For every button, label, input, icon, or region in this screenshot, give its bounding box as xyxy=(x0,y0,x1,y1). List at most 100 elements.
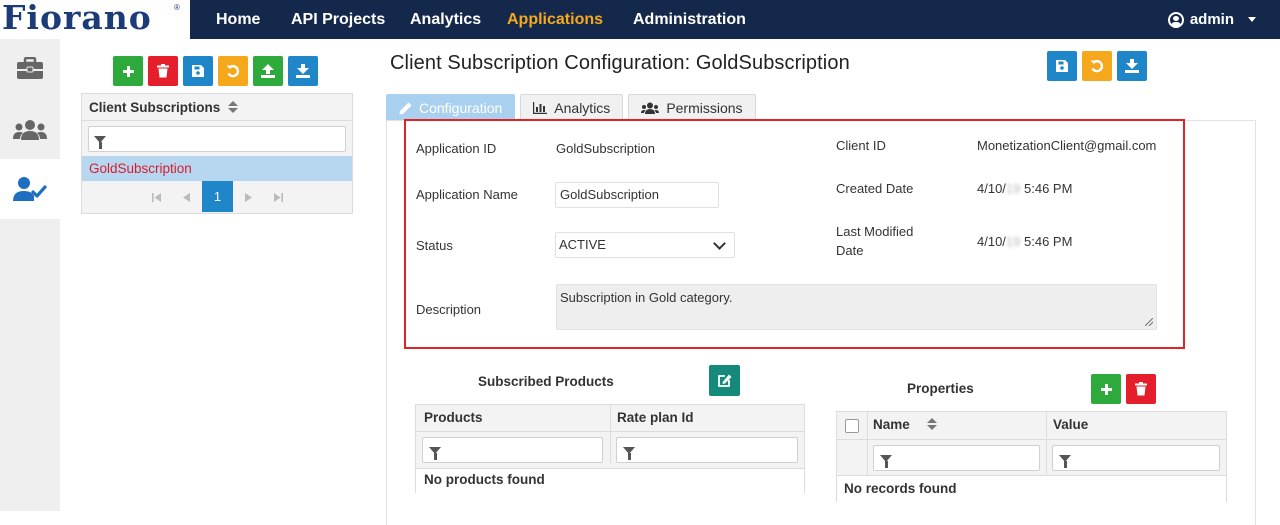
page-title: Client Subscription Configuration: GoldS… xyxy=(390,52,850,74)
column-header-name[interactable]: Name xyxy=(873,417,910,432)
created-date-time: 5:46 PM xyxy=(1024,181,1073,196)
empty-row: No records found xyxy=(837,476,1226,502)
nav-administration[interactable]: Administration xyxy=(633,0,746,39)
user-circle-icon xyxy=(1167,11,1184,28)
users-icon xyxy=(13,120,47,140)
prev-page-icon[interactable] xyxy=(178,186,194,208)
subscription-filter-input[interactable] xyxy=(88,126,346,152)
subscribed-products-title: Subscribed Products xyxy=(478,374,614,389)
created-date-value: 4/10/19 5:46 PM xyxy=(977,181,1072,196)
revert-subscription-button[interactable] xyxy=(218,56,248,86)
tab-permissions[interactable]: Permissions xyxy=(628,94,756,121)
caret-down-icon xyxy=(1248,17,1256,22)
users-icon xyxy=(641,102,660,114)
tab-configuration[interactable]: Configuration xyxy=(386,94,516,121)
column-header-products[interactable]: Products xyxy=(424,410,483,425)
column-divider xyxy=(867,412,868,475)
properties-empty-text: No records found xyxy=(844,481,957,496)
sort-icon[interactable] xyxy=(927,418,937,430)
last-modified-value: 4/10/19 5:46 PM xyxy=(977,234,1072,249)
modified-date-time: 5:46 PM xyxy=(1024,234,1073,249)
application-id-label: Application ID xyxy=(416,141,497,156)
description-text: Subscription in Gold category. xyxy=(560,290,733,305)
client-subscriptions-grid: Client Subscriptions GoldSubscription 1 xyxy=(81,93,353,214)
tab-analytics[interactable]: Analytics xyxy=(520,94,624,121)
first-page-icon[interactable] xyxy=(148,186,164,208)
rail-item-users[interactable] xyxy=(0,99,60,159)
column-header-rate-plan-id[interactable]: Rate plan Id xyxy=(617,410,694,425)
add-property-button[interactable] xyxy=(1091,374,1121,404)
delete-subscription-button[interactable] xyxy=(148,56,178,86)
client-id-value: MonetizationClient@gmail.com xyxy=(977,138,1157,153)
user-menu[interactable]: admin xyxy=(1167,0,1256,39)
user-check-icon xyxy=(13,177,47,201)
delete-property-button[interactable] xyxy=(1126,374,1156,404)
filter-icon xyxy=(880,454,892,468)
next-page-icon[interactable] xyxy=(240,186,256,208)
save-icon xyxy=(192,65,204,77)
column-header-value[interactable]: Value xyxy=(1053,417,1088,432)
plus-icon xyxy=(1100,383,1112,395)
upload-icon xyxy=(261,64,275,78)
export-config-button[interactable] xyxy=(1117,51,1147,81)
last-modified-label-line2: Date xyxy=(836,243,864,258)
row-divider xyxy=(837,439,1226,440)
add-subscription-button[interactable] xyxy=(113,56,143,86)
products-empty-text: No products found xyxy=(424,472,545,487)
revert-config-button[interactable] xyxy=(1082,51,1112,81)
properties-grid: Name Value No records found xyxy=(836,411,1227,502)
column-divider xyxy=(1046,412,1047,475)
save-config-button[interactable] xyxy=(1047,51,1077,81)
fiorano-logo[interactable]: Fiorano ® xyxy=(0,0,190,39)
trash-icon xyxy=(157,64,169,78)
save-subscription-button[interactable] xyxy=(183,56,213,86)
briefcase-icon xyxy=(17,57,43,79)
resize-grip-icon[interactable] xyxy=(1145,318,1153,326)
column-header-client-subscriptions: Client Subscriptions xyxy=(89,99,221,115)
empty-row: No products found xyxy=(416,469,804,493)
rail-item-client-subscriptions[interactable] xyxy=(0,159,60,219)
left-rail xyxy=(0,39,60,511)
logo-registered-mark: ® xyxy=(174,3,180,12)
created-date-prefix: 4/10/ xyxy=(977,181,1006,196)
tab-label: Permissions xyxy=(666,100,743,116)
filter-icon xyxy=(623,446,635,460)
select-all-checkbox[interactable] xyxy=(845,419,859,433)
description-textarea[interactable]: Subscription in Gold category. xyxy=(556,284,1157,330)
nav-analytics[interactable]: Analytics xyxy=(410,0,481,39)
page-number-current[interactable]: 1 xyxy=(202,181,233,212)
user-name: admin xyxy=(1189,10,1234,28)
grid-header[interactable]: Client Subscriptions xyxy=(82,94,352,121)
trash-icon xyxy=(1135,382,1147,396)
edit-products-button[interactable] xyxy=(709,365,740,396)
modified-date-prefix: 4/10/ xyxy=(977,234,1006,249)
value-filter-input[interactable] xyxy=(1052,445,1220,471)
nav-api-projects[interactable]: API Projects xyxy=(291,0,385,39)
application-name-field[interactable]: GoldSubscription xyxy=(555,182,719,208)
undo-icon xyxy=(226,64,240,78)
status-select[interactable]: ACTIVE xyxy=(555,232,735,258)
client-id-label: Client ID xyxy=(836,138,886,153)
bar-chart-icon xyxy=(533,102,548,114)
rate-plan-filter-input[interactable] xyxy=(616,437,798,463)
list-item[interactable]: GoldSubscription xyxy=(82,156,352,181)
download-icon xyxy=(1125,59,1139,73)
last-page-icon[interactable] xyxy=(270,186,286,208)
save-icon xyxy=(1056,60,1068,72)
nav-home[interactable]: Home xyxy=(216,0,260,39)
import-subscription-button[interactable] xyxy=(253,56,283,86)
sort-icon[interactable] xyxy=(228,101,239,113)
modified-date-redacted: 19 xyxy=(1005,234,1021,249)
name-filter-input[interactable] xyxy=(873,445,1040,471)
last-modified-label-line1: Last Modified xyxy=(836,224,914,239)
row-divider xyxy=(416,431,804,432)
tab-bar: Configuration Analytics Permissions xyxy=(386,94,756,121)
filter-icon xyxy=(429,446,441,460)
rail-item-projects[interactable] xyxy=(0,39,60,99)
application-id-value: GoldSubscription xyxy=(556,141,655,156)
products-filter-input[interactable] xyxy=(422,437,603,463)
nav-applications[interactable]: Applications xyxy=(507,0,603,39)
export-subscription-button[interactable] xyxy=(288,56,318,86)
pencil-icon xyxy=(399,102,412,114)
edit-icon xyxy=(718,374,732,387)
